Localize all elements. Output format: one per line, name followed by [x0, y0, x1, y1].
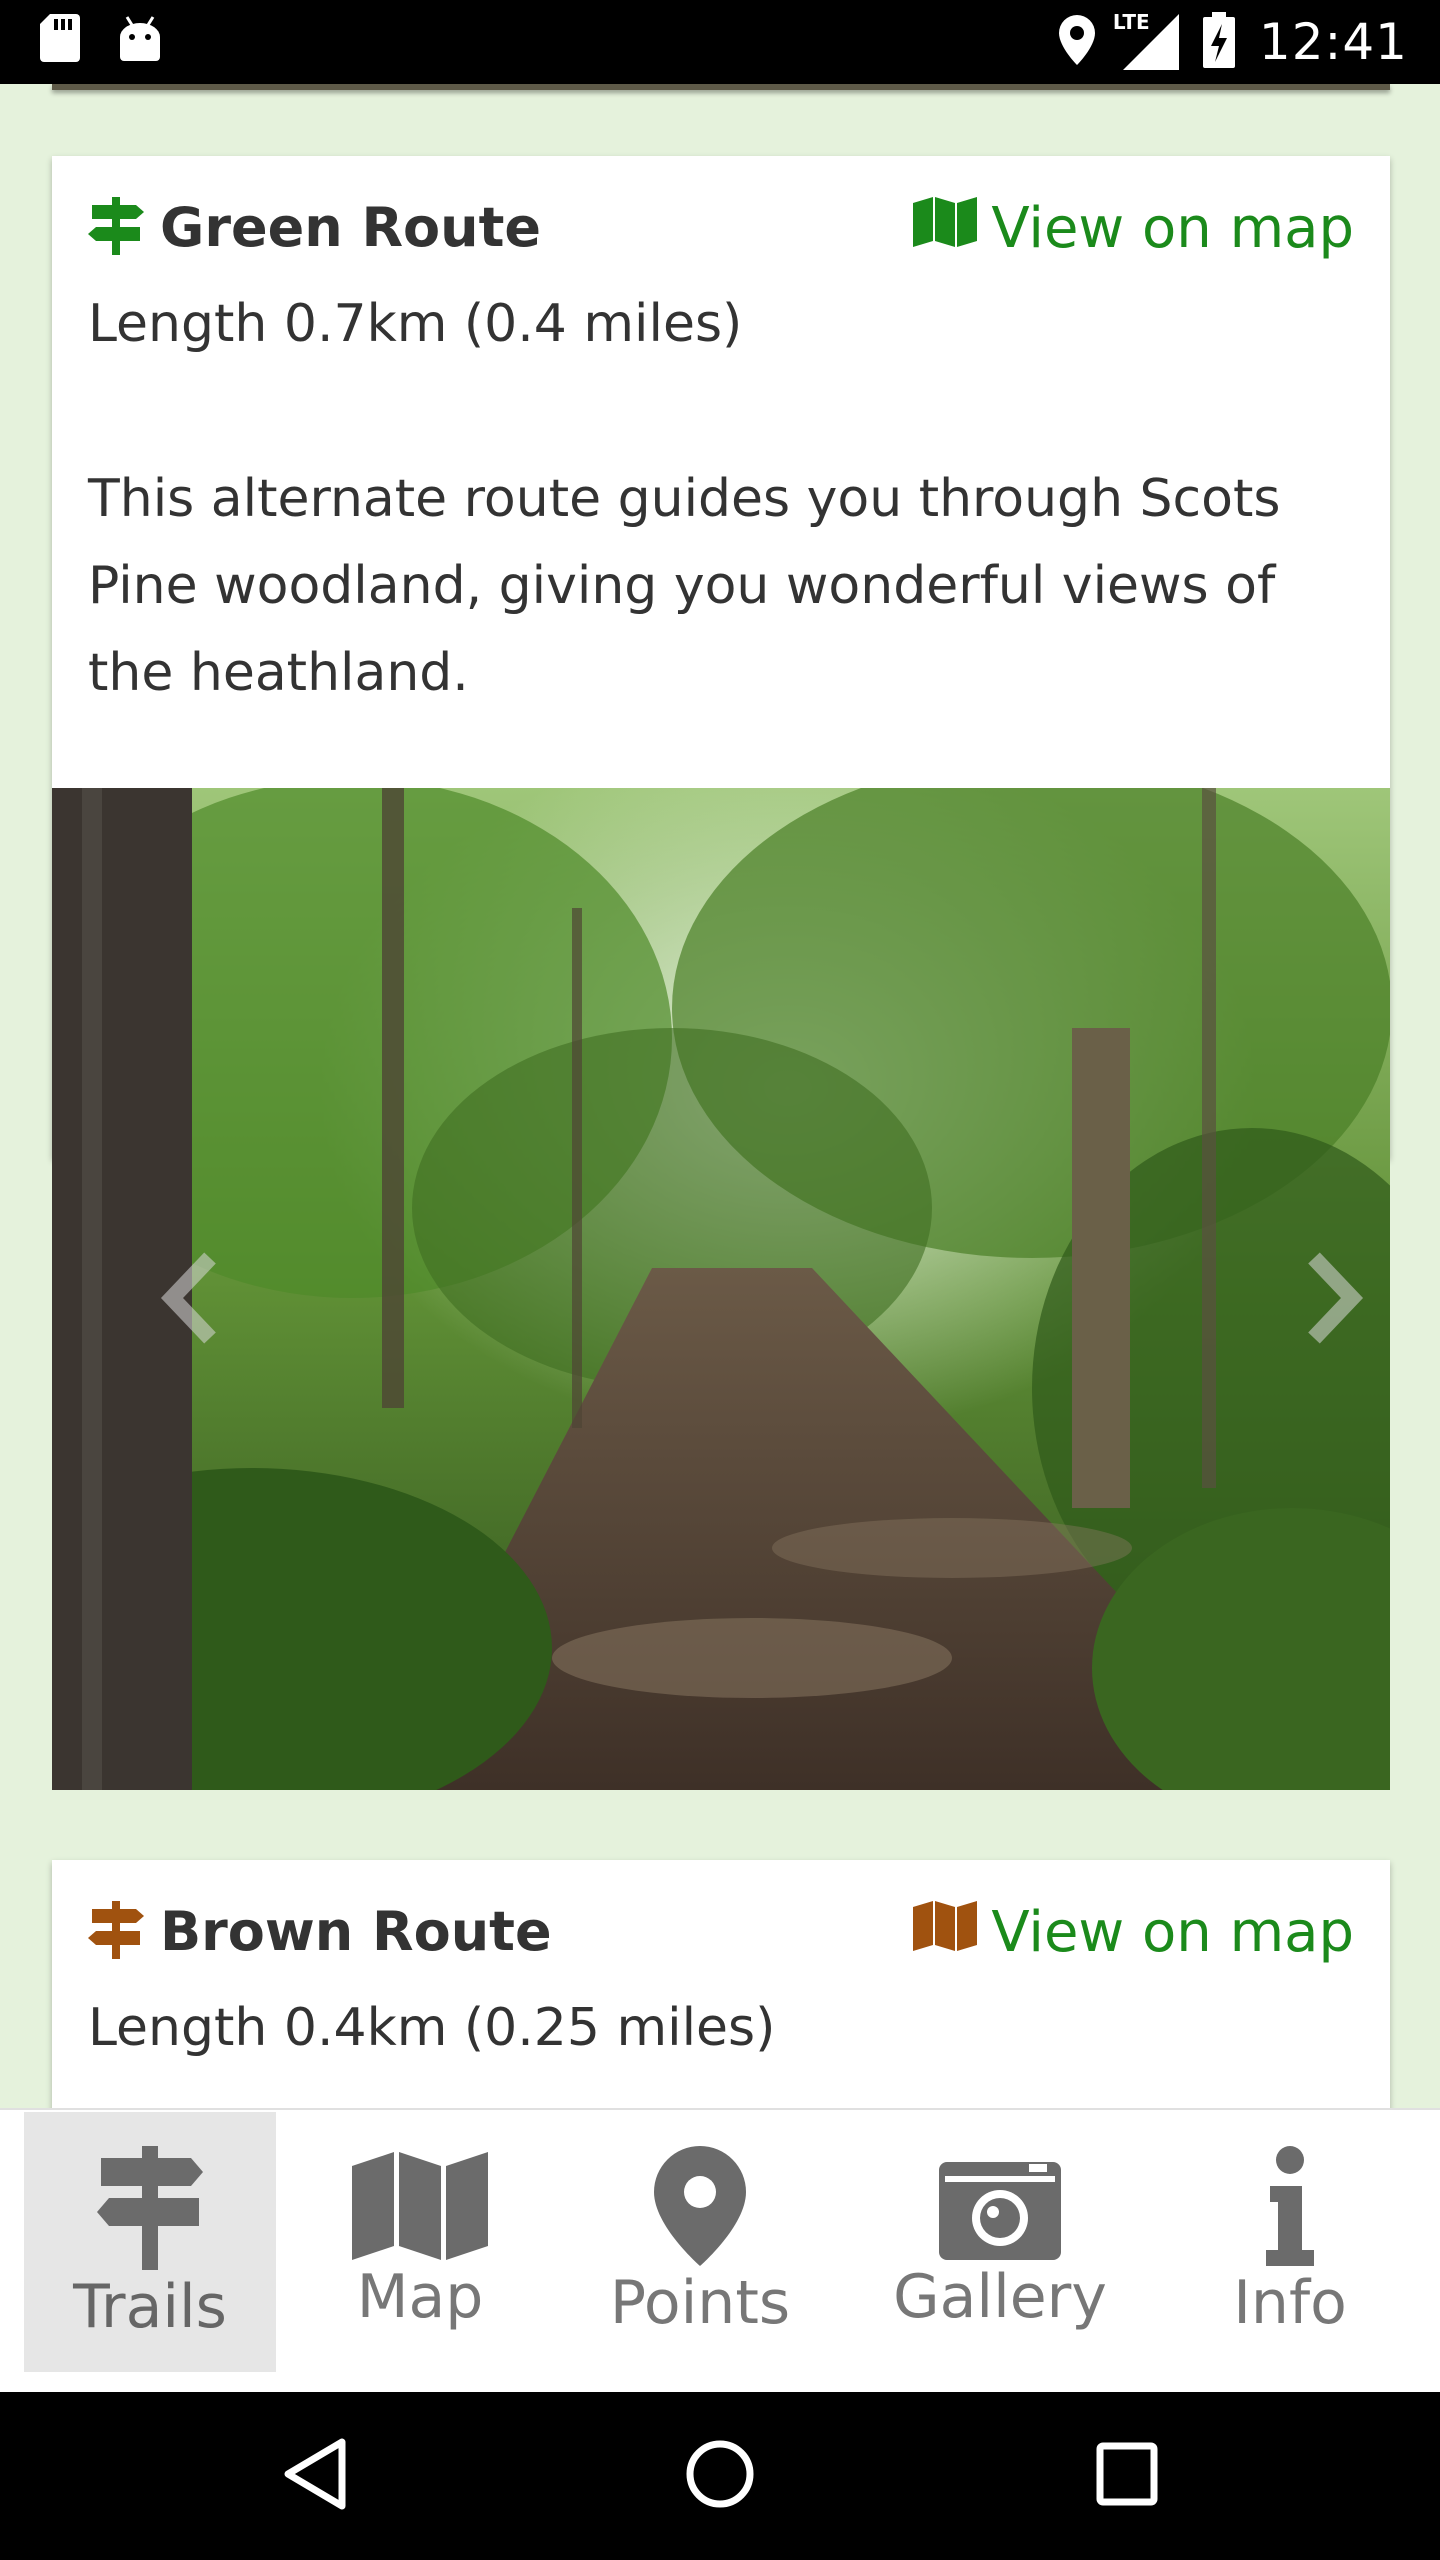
map-icon — [913, 196, 978, 261]
chevron-left-icon — [160, 1252, 216, 1344]
trail-list[interactable]: Green Route View on map Length 0.7km (0.… — [0, 84, 1440, 2110]
route-length: Length 0.4km (0.25 miles) — [88, 1998, 776, 2058]
route-card-header: Brown Route View on map — [88, 1900, 1354, 1970]
map-pin-icon — [654, 2146, 746, 2266]
view-on-map-label: View on map — [991, 1900, 1354, 1965]
signpost-icon — [97, 2146, 203, 2270]
nav-label: Info — [1233, 2268, 1347, 2338]
route-title: Brown Route — [88, 1900, 552, 1963]
nav-label: Trails — [73, 2272, 227, 2342]
nav-tab-trails[interactable]: Trails — [24, 2112, 276, 2372]
nav-label: Gallery — [893, 2262, 1107, 2332]
route-card-brown: Brown Route View on map Length 0.4km (0.… — [52, 1860, 1390, 2110]
route-title: Green Route — [88, 196, 541, 259]
view-on-map-link[interactable]: View on map — [913, 196, 1354, 261]
route-length: Length 0.7km (0.4 miles) — [88, 294, 743, 354]
battery-charging-icon — [1202, 12, 1235, 72]
map-icon — [913, 1900, 978, 1965]
route-photo-carousel[interactable] — [52, 788, 1390, 1790]
home-button[interactable] — [684, 2436, 756, 2516]
nav-tab-gallery[interactable]: Gallery — [880, 2112, 1120, 2372]
recents-square-icon — [1096, 2442, 1158, 2506]
signpost-icon — [88, 196, 144, 259]
android-icon — [118, 15, 162, 65]
sd-card-icon — [40, 14, 80, 66]
nav-label: Points — [609, 2268, 791, 2338]
nav-tab-points[interactable]: Points — [580, 2112, 820, 2372]
signpost-icon — [88, 1900, 144, 1963]
carousel-prev-button[interactable] — [152, 1248, 232, 1348]
nav-label: Map — [356, 2262, 484, 2332]
back-button[interactable] — [280, 2436, 350, 2516]
previous-card-edge — [52, 84, 1390, 90]
map-icon — [352, 2152, 488, 2260]
recents-button[interactable] — [1092, 2436, 1162, 2516]
signal-icon: LTE — [1113, 10, 1179, 70]
clock: 12:41 — [1258, 13, 1408, 71]
route-name: Brown Route — [160, 1900, 552, 1963]
nav-tab-info[interactable]: Info — [1170, 2112, 1410, 2372]
view-on-map-label: View on map — [991, 196, 1354, 261]
chevron-right-icon — [1308, 1252, 1364, 1344]
camera-icon — [939, 2162, 1061, 2260]
woodland-path-photo — [52, 788, 1390, 1790]
route-description: This alternate route guides you through … — [88, 469, 1281, 703]
network-type-label: LTE — [1112, 10, 1150, 34]
route-card-header: Green Route View on map — [88, 196, 1354, 266]
system-navigation-bar — [0, 2392, 1440, 2560]
nav-tab-map[interactable]: Map — [300, 2112, 540, 2372]
back-triangle-icon — [284, 2438, 346, 2510]
info-icon — [1266, 2146, 1314, 2266]
route-name: Green Route — [160, 196, 542, 259]
status-bar: LTE 12:41 — [0, 0, 1440, 84]
home-circle-icon — [686, 2440, 754, 2508]
carousel-next-button[interactable] — [1292, 1248, 1372, 1348]
view-on-map-link[interactable]: View on map — [913, 1900, 1354, 1965]
bottom-navigation: Trails Map Points Gallery Info — [0, 2108, 1440, 2392]
location-icon — [1058, 15, 1095, 69]
